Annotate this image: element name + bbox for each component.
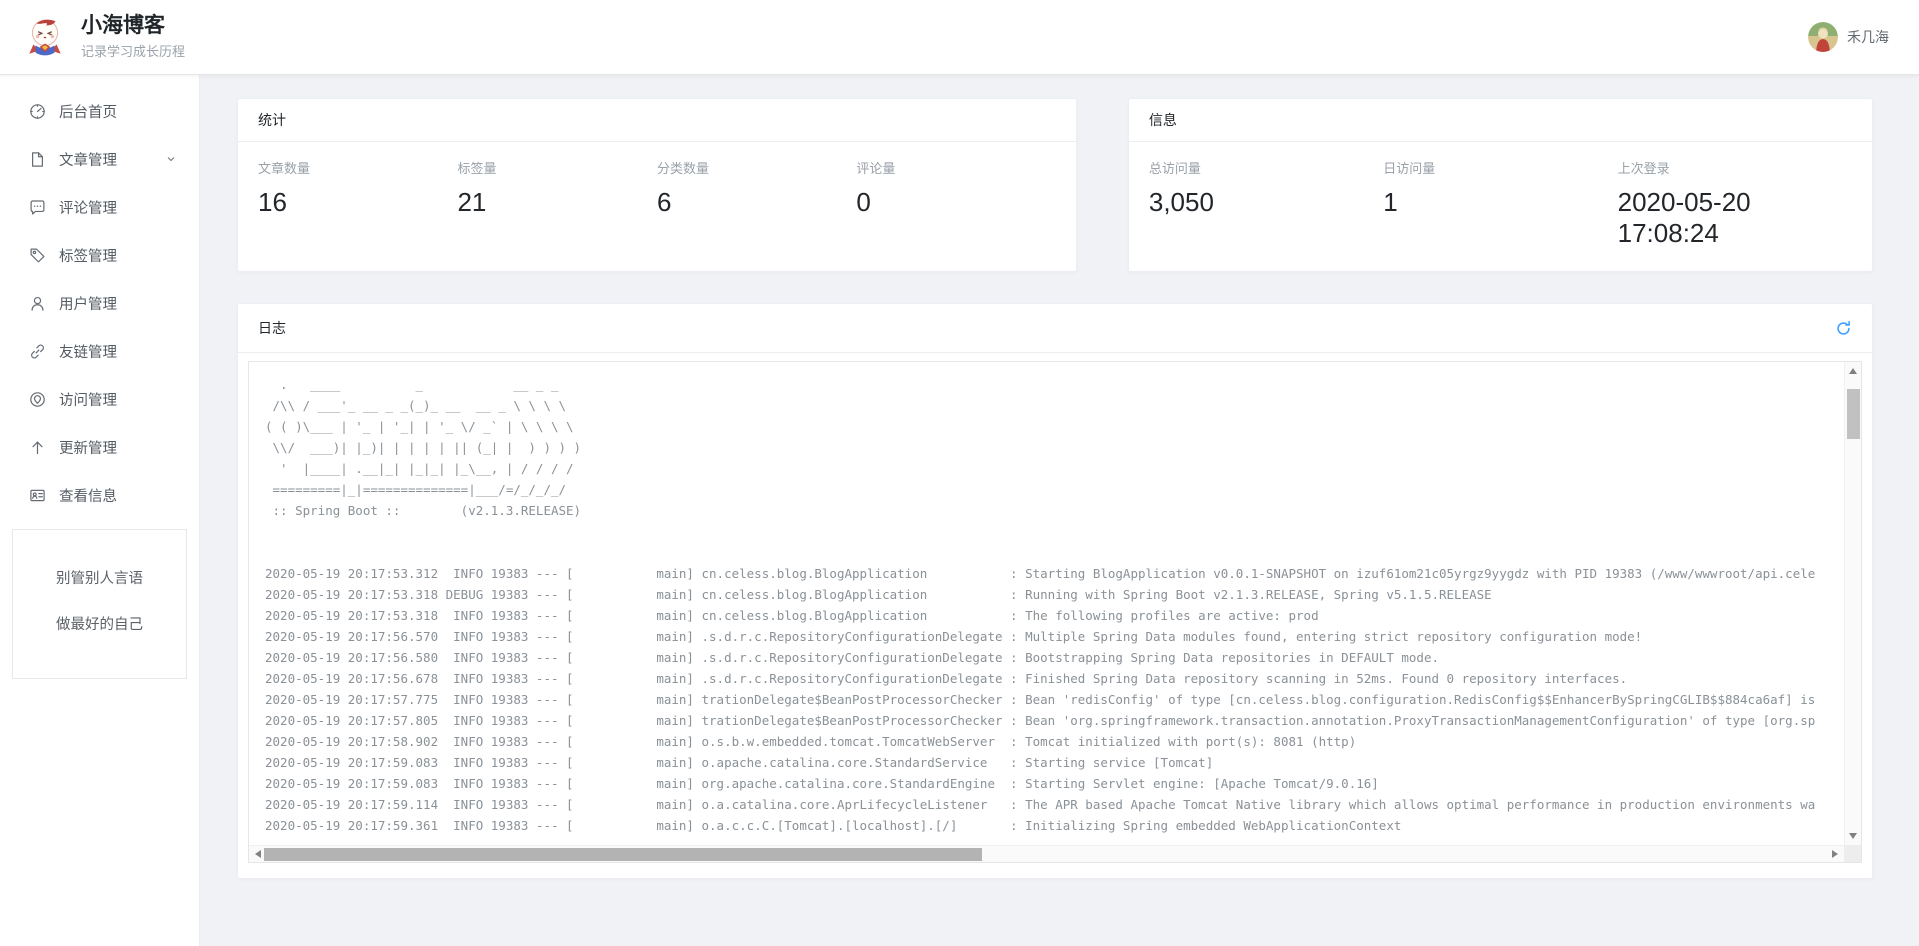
main-content: 统计 文章数量 16标签量 21分类数量 6评论量 0 信息 总访问量 3,050日访问量…	[200, 75, 1919, 946]
sidebar-item-label: 更新管理	[59, 437, 117, 458]
sidebar-item-dashboard[interactable]: 后台首页	[0, 87, 199, 135]
sidebar-item-updates[interactable]: 更新管理	[0, 423, 199, 471]
sidebar: 后台首页文章管理评论管理标签管理用户管理友链管理访问管理更新管理查看信息 别管别…	[0, 75, 200, 946]
user-icon	[29, 295, 46, 312]
log-card-title: 日志	[258, 318, 286, 338]
app-header: 小海博客 记录学习成长历程 禾几海	[0, 0, 1919, 75]
user-name: 禾几海	[1847, 27, 1889, 47]
stat-label: 文章数量	[258, 158, 457, 177]
comment-icon	[29, 199, 46, 216]
user-avatar[interactable]	[1808, 22, 1838, 52]
stat-label: 标签量	[457, 158, 656, 177]
brand: 小海博客 记录学习成长历程	[24, 14, 185, 60]
sidebar-item-label: 文章管理	[59, 149, 117, 170]
stat-value: 3,050	[1149, 187, 1383, 218]
info-daily-visits: 日访问量 1	[1383, 158, 1617, 249]
link-icon	[29, 343, 46, 360]
info-last-login: 上次登录 2020-05-20 17:08:24	[1618, 158, 1852, 249]
sidebar-item-label: 用户管理	[59, 293, 117, 314]
stat-label: 上次登录	[1618, 158, 1852, 177]
scroll-down-arrow-icon[interactable]	[1849, 833, 1857, 839]
sidebar-item-label: 友链管理	[59, 341, 117, 362]
stat-value: 2020-05-20 17:08:24	[1618, 187, 1852, 249]
info-card-title: 信息	[1149, 110, 1177, 130]
app-title: 小海博客	[81, 14, 185, 38]
user-menu[interactable]: 禾几海	[1808, 22, 1889, 52]
sidebar-item-label: 评论管理	[59, 197, 117, 218]
sidebar-menu: 后台首页文章管理评论管理标签管理用户管理友链管理访问管理更新管理查看信息	[0, 87, 199, 519]
update-icon	[29, 439, 46, 456]
stat-value: 21	[457, 187, 656, 218]
scroll-up-arrow-icon[interactable]	[1849, 368, 1857, 374]
stat-label: 评论量	[856, 158, 1055, 177]
stats-card-title: 统计	[258, 110, 286, 130]
stat-categories: 分类数量 6	[657, 158, 856, 218]
stat-label: 总访问量	[1149, 158, 1383, 177]
motto-line-1: 别管别人言语	[13, 556, 186, 602]
idcard-icon	[29, 487, 46, 504]
log-viewer: . ____ _ __ _ _ /\\ / ___'_ __ _ _(_)_ _…	[248, 361, 1862, 863]
sidebar-item-links[interactable]: 友链管理	[0, 327, 199, 375]
horizontal-scrollbar[interactable]	[249, 845, 1844, 862]
motto-box: 别管别人言语 做最好的自己	[12, 529, 187, 679]
sidebar-item-label: 访问管理	[59, 389, 117, 410]
sidebar-item-label: 后台首页	[59, 101, 117, 122]
stat-value: 6	[657, 187, 856, 218]
log-card: 日志 . ____ _ __ _ _ /\\ / ___'_ __ _ _(_)…	[237, 303, 1873, 879]
stat-value: 16	[258, 187, 457, 218]
stats-card: 统计 文章数量 16标签量 21分类数量 6评论量 0	[237, 98, 1077, 272]
stat-posts: 文章数量 16	[258, 158, 457, 218]
info-card: 信息 总访问量 3,050日访问量 1上次登录 2020-05-20 17:08:24	[1128, 98, 1873, 272]
dashboard-icon	[29, 103, 46, 120]
scroll-left-arrow-icon[interactable]	[255, 850, 261, 858]
mascot-logo-icon[interactable]	[24, 16, 66, 58]
stat-label: 日访问量	[1383, 158, 1617, 177]
sidebar-item-info[interactable]: 查看信息	[0, 471, 199, 519]
motto-line-2: 做最好的自己	[13, 602, 186, 648]
log-content: . ____ _ __ _ _ /\\ / ___'_ __ _ _(_)_ _…	[249, 362, 1861, 836]
sidebar-item-visits[interactable]: 访问管理	[0, 375, 199, 423]
vertical-scroll-thumb[interactable]	[1847, 389, 1860, 439]
stat-value: 1	[1383, 187, 1617, 218]
horizontal-scroll-thumb[interactable]	[264, 848, 982, 861]
scroll-right-arrow-icon[interactable]	[1832, 850, 1838, 858]
vertical-scrollbar[interactable]	[1844, 362, 1861, 845]
app-subtitle: 记录学习成长历程	[81, 41, 185, 60]
footer: © 小海博客 - Design by 小海	[237, 879, 1873, 946]
info-total-visits: 总访问量 3,050	[1149, 158, 1383, 249]
sidebar-item-comments[interactable]: 评论管理	[0, 183, 199, 231]
stat-comments: 评论量 0	[856, 158, 1055, 218]
stat-value: 0	[856, 187, 1055, 218]
sidebar-item-users[interactable]: 用户管理	[0, 279, 199, 327]
tag-icon	[29, 247, 46, 264]
visit-icon	[29, 391, 46, 408]
sidebar-item-label: 标签管理	[59, 245, 117, 266]
article-icon	[29, 151, 46, 168]
chevron-down-icon	[165, 153, 177, 165]
sidebar-item-label: 查看信息	[59, 485, 117, 506]
brand-text: 小海博客 记录学习成长历程	[81, 14, 185, 60]
refresh-icon[interactable]	[1835, 320, 1852, 337]
sidebar-item-articles[interactable]: 文章管理	[0, 135, 199, 183]
scrollbar-corner	[1844, 845, 1861, 862]
stat-label: 分类数量	[657, 158, 856, 177]
stat-tags: 标签量 21	[457, 158, 656, 218]
sidebar-item-tags[interactable]: 标签管理	[0, 231, 199, 279]
